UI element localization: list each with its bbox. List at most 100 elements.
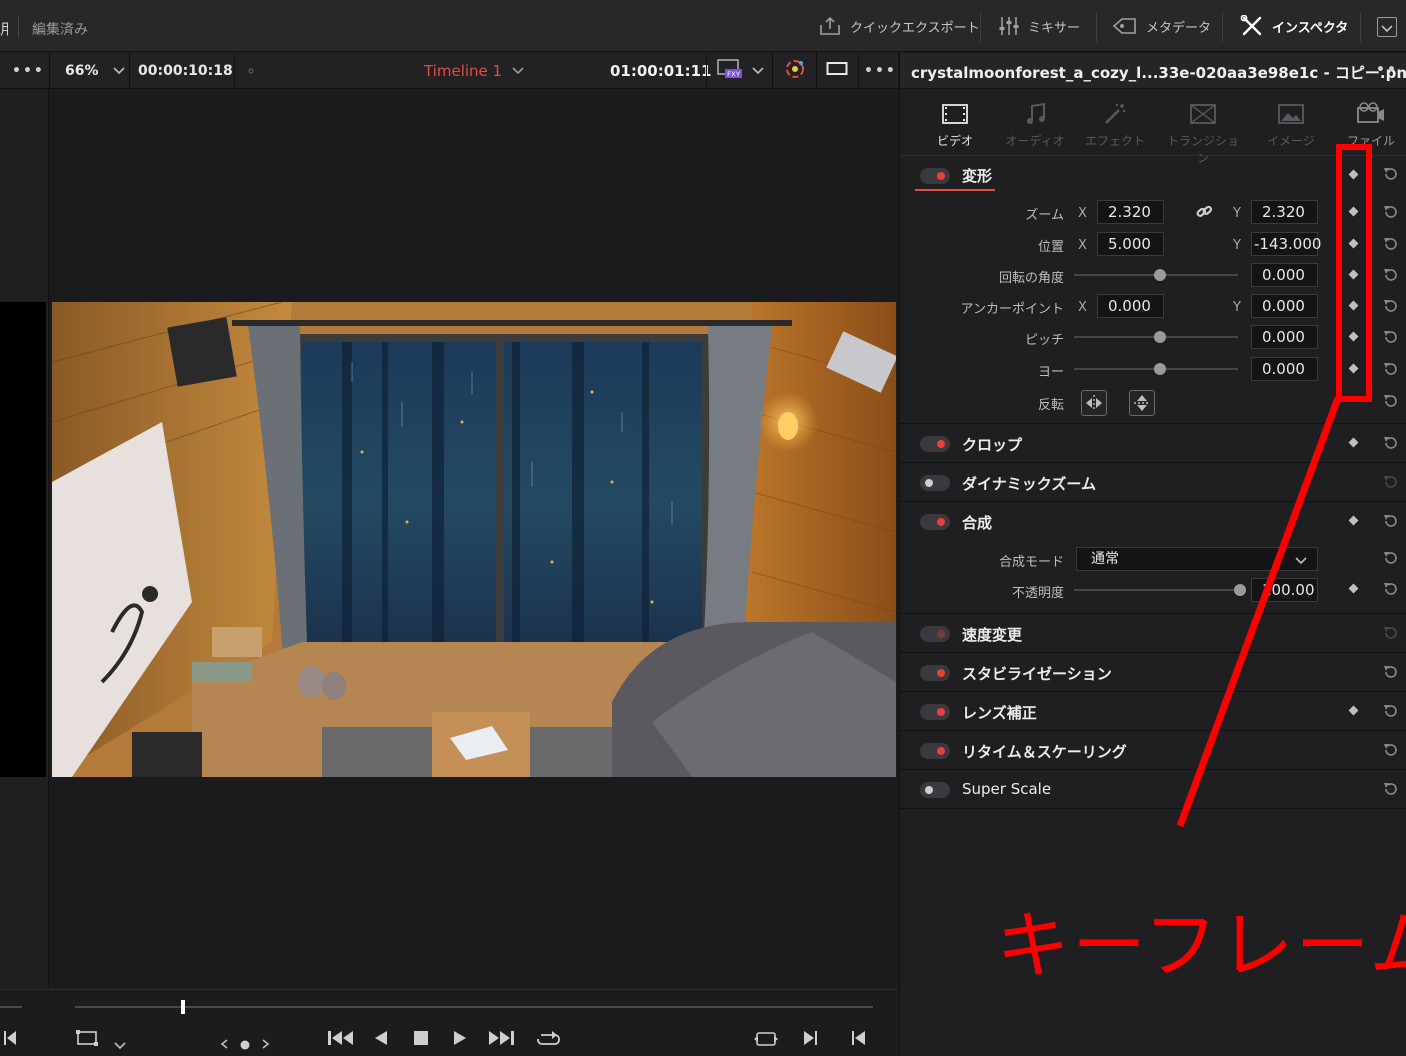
- reset-icon[interactable]: [1382, 203, 1400, 225]
- reset-icon[interactable]: [1382, 328, 1400, 350]
- dynamic-zoom-toggle[interactable]: [920, 475, 950, 491]
- viewer-options-button[interactable]: •••: [12, 53, 45, 89]
- prev-edit-icon[interactable]: [4, 1030, 16, 1050]
- chevron-down-icon[interactable]: [114, 1035, 126, 1054]
- reset-icon[interactable]: [1382, 266, 1400, 288]
- yaw-slider[interactable]: [1074, 363, 1238, 375]
- tab-audio[interactable]: オーディオ: [995, 100, 1075, 149]
- color-wheel-icon: [784, 58, 806, 84]
- reset-icon[interactable]: [1382, 473, 1400, 495]
- keyframe-highlight-box: [1336, 144, 1372, 402]
- lens-correction-toggle[interactable]: [920, 704, 950, 720]
- reset-icon[interactable]: [1382, 512, 1400, 534]
- anchor-y-field[interactable]: 0.000: [1251, 294, 1318, 318]
- section-title: 合成: [962, 514, 993, 532]
- match-frame-icon[interactable]: [754, 1030, 778, 1052]
- transform-overlay-icon[interactable]: [76, 1030, 98, 1050]
- timecode: 01:00:01:11: [610, 62, 712, 80]
- reset-icon[interactable]: [1382, 360, 1400, 382]
- reset-icon[interactable]: [1382, 741, 1400, 763]
- reset-icon[interactable]: [1382, 549, 1400, 571]
- viewer-mode-button[interactable]: [826, 53, 848, 89]
- mixer-button[interactable]: ミキサー: [998, 0, 1080, 52]
- reset-icon[interactable]: [1382, 297, 1400, 319]
- reset-icon[interactable]: [1382, 434, 1400, 456]
- prev-keyframe-icon[interactable]: [220, 1034, 228, 1053]
- prev-edit-right-icon[interactable]: [852, 1030, 866, 1050]
- next-keyframe-icon[interactable]: [262, 1034, 270, 1053]
- reset-icon[interactable]: [1382, 392, 1400, 414]
- divider: [980, 12, 981, 42]
- pitch-slider[interactable]: [1074, 331, 1238, 343]
- inspector-button[interactable]: インスペクタ: [1240, 0, 1348, 52]
- zoom-y-field[interactable]: 2.320: [1251, 200, 1318, 224]
- metadata-label: メタデータ: [1146, 20, 1212, 36]
- quick-export-button[interactable]: クイックエクスポート: [818, 0, 980, 52]
- slider-thumb[interactable]: [1154, 269, 1166, 281]
- crop-toggle[interactable]: [920, 436, 950, 452]
- rotation-field[interactable]: 0.000: [1251, 263, 1318, 287]
- stop-icon[interactable]: [413, 1030, 429, 1050]
- section-title: 速度変更: [962, 626, 1023, 644]
- stabilization-toggle[interactable]: [920, 665, 950, 681]
- pitch-field[interactable]: 0.000: [1251, 325, 1318, 349]
- reset-icon[interactable]: [1382, 663, 1400, 685]
- loop-icon[interactable]: [536, 1030, 562, 1052]
- yaw-field[interactable]: 0.000: [1251, 357, 1318, 381]
- tab-file[interactable]: ファイル: [1331, 100, 1406, 149]
- tab-effects[interactable]: エフェクト: [1075, 100, 1155, 149]
- metadata-button[interactable]: メタデータ: [1112, 0, 1211, 52]
- zoom-dropdown[interactable]: 66%: [65, 53, 125, 89]
- reset-icon[interactable]: [1382, 780, 1400, 802]
- position-x-field[interactable]: 5.000: [1097, 232, 1164, 256]
- composite-toggle[interactable]: [920, 514, 950, 530]
- position-y-field[interactable]: -143.000: [1251, 232, 1321, 256]
- go-to-end-icon[interactable]: [488, 1030, 514, 1050]
- retime-scaling-toggle[interactable]: [920, 743, 950, 759]
- proxy-badge-text: FXY: [727, 71, 741, 79]
- flip-vertical-button[interactable]: [1129, 390, 1155, 416]
- next-edit-icon[interactable]: [804, 1030, 818, 1050]
- reset-icon[interactable]: [1382, 165, 1400, 187]
- keyframe-dot-icon[interactable]: [240, 1035, 250, 1054]
- playhead[interactable]: [181, 1000, 185, 1014]
- slider-thumb[interactable]: [1154, 363, 1166, 375]
- pitch-label: ピッチ: [1024, 333, 1064, 348]
- divider: [772, 53, 773, 89]
- speed-change-toggle[interactable]: [920, 626, 950, 642]
- divider: [1360, 12, 1361, 42]
- timeline-selector[interactable]: Timeline 1: [424, 53, 524, 89]
- flip-label: 反転: [1037, 398, 1064, 413]
- transform-toggle[interactable]: [920, 168, 950, 184]
- y-axis-label: Y: [1233, 238, 1241, 253]
- divider: [18, 16, 19, 38]
- anchor-x-field[interactable]: 0.000: [1097, 294, 1164, 318]
- play-reverse-icon[interactable]: [374, 1030, 388, 1050]
- reset-icon[interactable]: [1382, 580, 1400, 602]
- tab-image[interactable]: イメージ: [1251, 100, 1331, 149]
- reset-icon[interactable]: [1382, 624, 1400, 646]
- proxy-dropdown[interactable]: FXY: [716, 53, 764, 89]
- transition-icon: [1163, 100, 1243, 128]
- divider: [816, 53, 817, 89]
- color-wheel-button[interactable]: [784, 53, 806, 89]
- divider: [49, 53, 50, 89]
- annotation-arrow-line: [1176, 396, 1342, 828]
- reset-icon[interactable]: [1382, 702, 1400, 724]
- super-scale-toggle[interactable]: [920, 782, 950, 798]
- reset-icon[interactable]: [1382, 235, 1400, 257]
- viewer-more-button[interactable]: •••: [864, 53, 897, 89]
- zoom-x-field[interactable]: 2.320: [1097, 200, 1164, 224]
- rotation-slider[interactable]: [1074, 269, 1238, 281]
- go-to-start-icon[interactable]: [328, 1030, 354, 1050]
- play-icon[interactable]: [453, 1030, 467, 1050]
- slider-thumb[interactable]: [1154, 331, 1166, 343]
- dot-icon: [248, 53, 254, 89]
- scrub-bar[interactable]: [75, 1006, 873, 1008]
- workspace-dropdown-button[interactable]: [1377, 17, 1397, 37]
- inspector-options-button[interactable]: ••: [1376, 62, 1398, 78]
- tab-video[interactable]: ビデオ: [915, 100, 995, 149]
- link-icon[interactable]: [1195, 203, 1213, 225]
- video-frame[interactable]: [52, 302, 896, 777]
- flip-horizontal-button[interactable]: [1081, 390, 1107, 416]
